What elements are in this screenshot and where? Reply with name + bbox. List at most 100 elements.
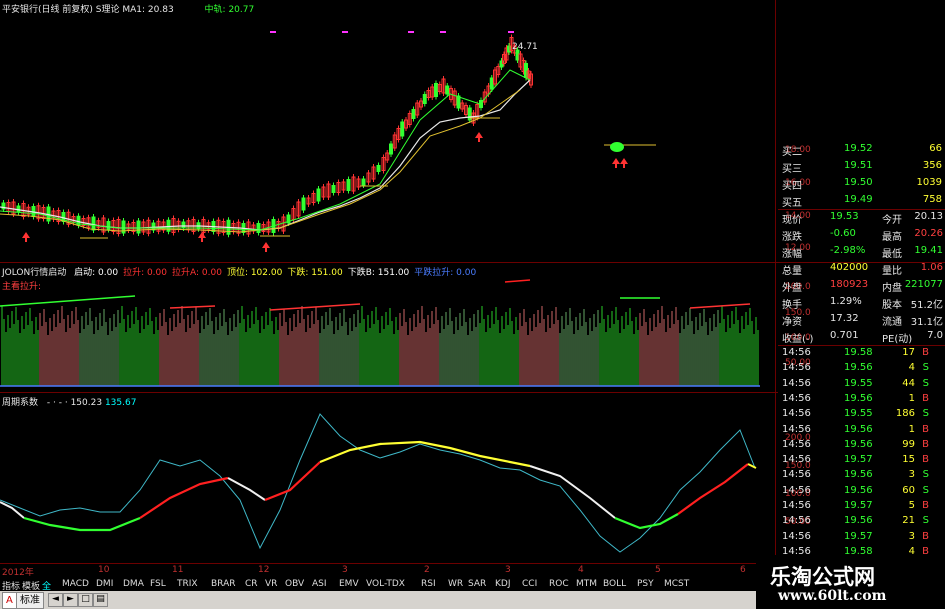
candle-body (361, 178, 366, 186)
quote-row: 净资 17.32 流通 31.1亿 (778, 311, 945, 328)
quote-label: 涨跌 (782, 232, 802, 243)
quote-row: 外盘 180923 内盘 221077 (778, 277, 945, 294)
tick-price: 19.56 (844, 515, 873, 527)
indicator-tab[interactable]: DMA (123, 579, 144, 589)
xaxis-label-7: 4 (578, 565, 584, 575)
candle-body (91, 216, 96, 231)
indicator-tab[interactable]: EMV (339, 579, 359, 589)
indicator-tab[interactable]: SAR (468, 579, 486, 589)
tick-time: 14:56 (782, 454, 811, 466)
quote-value-2: 31.1亿 (910, 317, 943, 328)
panel-divider-2 (0, 392, 778, 393)
next-button[interactable]: ► (63, 593, 78, 607)
ind2-level-line (689, 303, 751, 309)
orderbook-price: 19.52 (844, 143, 873, 154)
tick-volume: 5 (908, 500, 915, 511)
indicator-tab[interactable]: BOLL (603, 579, 626, 589)
tick-row: 14:56 19.56 4 S (778, 360, 945, 375)
indicator-tab[interactable]: FSL (150, 579, 166, 589)
orderbook-label: 买三 (782, 164, 802, 175)
indicator-tab[interactable]: CR (245, 579, 258, 589)
candle-body (346, 179, 351, 191)
indicator-tab[interactable]: VR (265, 579, 277, 589)
tick-price: 19.56 (844, 362, 873, 374)
indicator-tab[interactable]: CCI (522, 579, 537, 589)
quote-label-2: 流通 (882, 317, 902, 328)
mode-tab[interactable]: A (2, 592, 17, 609)
orderbook-row[interactable]: 买三 19.51 356 (778, 158, 945, 175)
tick-side: B (922, 438, 929, 450)
standard-tab[interactable]: 标准 (16, 592, 44, 609)
tick-price: 19.55 (844, 408, 873, 420)
indicator-tab[interactable]: DMI (96, 579, 113, 589)
indicator-tab[interactable]: MTM (576, 579, 597, 589)
tick-side: S (922, 484, 929, 496)
tick-price: 19.57 (844, 530, 873, 542)
quote-panel: 现价 19.53 今开 20.13 涨跌 -0.60 最高 20.26 涨幅 -2.98% 最低 19… (778, 209, 945, 345)
quote-value: -2.98% (830, 245, 866, 256)
indicator-tab[interactable]: MCST (664, 579, 689, 589)
orderbook-row[interactable]: 买二 19.52 66 (778, 141, 945, 158)
tick-time: 14:56 (782, 362, 811, 374)
indicator-tab[interactable]: OBV (285, 579, 304, 589)
quote-value: 17.32 (830, 313, 859, 324)
quote-row: 现价 19.53 今开 20.13 (778, 209, 945, 226)
zoom-button[interactable]: □ (78, 593, 93, 607)
menu-button[interactable]: ▤ (93, 593, 108, 607)
watermark-cn: 乐淘公式网 (770, 565, 875, 589)
indicator-tab[interactable]: RSI (421, 579, 436, 589)
indicator-tab[interactable]: MACD (62, 579, 89, 589)
quote-label-2: 内盘 (882, 283, 902, 294)
orderbook-label: 买二 (782, 147, 802, 158)
orderbook-vol: 1039 (916, 177, 942, 188)
tick-row: 14:56 19.56 60 S (778, 483, 945, 498)
trend-line (0, 69, 531, 231)
xaxis-line (0, 563, 778, 564)
tick-time: 14:56 (782, 408, 811, 420)
xaxis-label-5: 2 (424, 565, 430, 575)
indicator3-chart[interactable] (0, 400, 775, 563)
tick-row: 14:56 19.57 15 B (778, 452, 945, 467)
tick-price: 19.57 (844, 500, 873, 511)
tick-row: 14:56 19.56 21 S (778, 513, 945, 528)
indicator-tab[interactable]: BRAR (211, 579, 235, 589)
tick-side: B (922, 454, 929, 466)
tick-time: 14:56 (782, 347, 811, 358)
quote-value: -0.60 (830, 228, 856, 239)
tick-list[interactable]: 14:56 19.58 17 B 14:56 19.56 4 S 14:56 19.55 44 S 14… (778, 345, 945, 560)
watermark: 乐淘公式网 www.60lt.com (756, 555, 945, 609)
tick-volume: 99 (902, 438, 915, 450)
indicator-tab[interactable]: ROC (549, 579, 569, 589)
prev-button[interactable]: ◄ (48, 593, 63, 607)
orderbook-price: 19.51 (844, 160, 873, 171)
indicator-tab[interactable]: WR (448, 579, 463, 589)
candle-body (256, 223, 261, 233)
indicator-tab[interactable]: PSY (637, 579, 654, 589)
orderbook-vol: 356 (922, 160, 942, 171)
orderbook-row[interactable]: 买四 19.50 1039 (778, 175, 945, 192)
tick-side: S (922, 362, 929, 374)
indicator-tab[interactable]: VOL-TDX (366, 579, 405, 589)
quote-label: 净资 (782, 317, 802, 328)
candle-body (301, 197, 306, 211)
orderbook-row[interactable]: 买五 19.49 758 (778, 192, 945, 209)
xaxis-label-2: 11 (172, 565, 184, 575)
tick-side: B (922, 392, 929, 404)
tick-row: 14:56 19.55 44 S (778, 376, 945, 391)
orderbook-price: 19.49 (844, 194, 873, 205)
tick-row: 14:56 19.58 17 B (778, 345, 945, 360)
price-chart[interactable]: 24.71 (0, 14, 775, 262)
indicator-tab[interactable]: KDJ (495, 579, 511, 589)
standard-label: 标准 (20, 595, 40, 606)
candle-body (489, 77, 494, 90)
indicator-tab[interactable]: ASI (312, 579, 327, 589)
tick-time: 14:56 (782, 392, 811, 404)
quote-label-2: 今开 (882, 215, 902, 226)
quote-label: 外盘 (782, 283, 802, 294)
cycle-red-3 (677, 463, 749, 515)
indicator2-chart[interactable] (0, 276, 775, 391)
candle-body (445, 85, 450, 95)
xaxis-label-9: 6 (740, 565, 746, 575)
indicator-tab[interactable]: TRIX (177, 579, 198, 589)
candle-body (316, 188, 321, 202)
